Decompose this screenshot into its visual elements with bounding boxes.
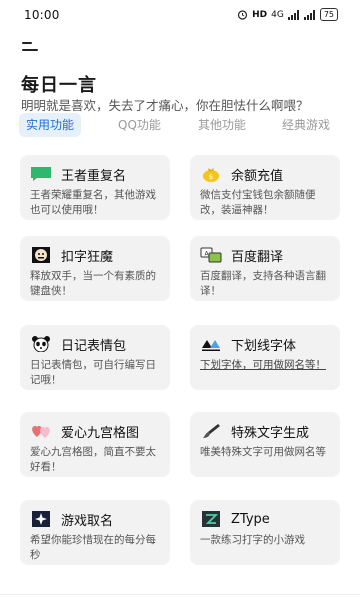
page-title: 每日一言: [21, 75, 97, 96]
card-title: 特殊文字生成: [231, 425, 310, 441]
card-title: 王者重复名: [61, 168, 127, 184]
card-title: 日记表情包: [61, 338, 127, 354]
battery-level: 75: [319, 8, 338, 21]
card-title: 下划线字体: [231, 338, 297, 354]
bottom-divider: [0, 594, 360, 595]
signal-bars-icon: [287, 9, 299, 20]
alarm-icon: [237, 10, 248, 20]
status-bar: 10:00 HD 4G 75: [0, 0, 360, 30]
money-bag-icon: $: [203, 168, 219, 182]
card-title: 游戏取名: [61, 513, 114, 529]
signal-bars-icon-2: [303, 9, 315, 20]
card-heart-grid[interactable]: 爱心九宫格图 爱心九宫格图，简直不要太好看！: [20, 412, 170, 477]
card-desc: 微信支付宝钱包余额随便改，装逼神器！: [200, 189, 316, 216]
panda-icon: [32, 336, 50, 352]
status-icons: HD 4G 75: [237, 8, 338, 21]
card-desc: 下划字体，可用做网名等！: [200, 359, 326, 371]
svg-text:$: $: [209, 173, 213, 181]
keyboard-face-icon: [32, 247, 50, 263]
card-king-duplicate-name[interactable]: 王者重复名 王者荣耀重复名，其他游戏也可以使用哦！: [20, 155, 170, 220]
network-type: HD: [252, 9, 268, 20]
card-typing-maniac[interactable]: 扣字狂魔 释放双手，当一个有素质的键盘侠！: [20, 236, 170, 301]
tab-practical[interactable]: 实用功能: [19, 113, 82, 137]
translate-icon: A: [200, 247, 222, 263]
daily-quote: 明明就是喜欢，失去了才痛心，你在胆怯什么啊喂？: [21, 98, 309, 113]
signal-type: 4G: [271, 9, 284, 20]
card-title: 扣字狂魔: [61, 249, 114, 265]
card-desc: 唯美特殊文字可用做网名等: [200, 446, 326, 458]
card-desc: 释放双手，当一个有素质的键盘侠！: [30, 270, 156, 297]
card-ztype[interactable]: ZType 一款练习打字的小游戏: [190, 500, 340, 565]
card-desc: 百度翻译，支持各种语言翻译！: [200, 270, 326, 297]
card-underline-font[interactable]: 下划线字体 下划字体，可用做网名等！: [190, 325, 340, 390]
card-diary-sticker[interactable]: 日记表情包 日记表情包，可自行编写日记哦！: [20, 325, 170, 390]
brush-icon: [203, 424, 220, 438]
tab-other[interactable]: 其他功能: [191, 113, 253, 137]
tab-games[interactable]: 经典游戏: [275, 113, 337, 137]
card-special-text[interactable]: 特殊文字生成 唯美特殊文字可用做网名等: [190, 412, 340, 477]
card-desc: 希望你能珍惜现在的每分每秒: [30, 534, 156, 561]
card-baidu-translate[interactable]: A 百度翻译 百度翻译，支持各种语言翻译！: [190, 236, 340, 301]
underline-icon: [202, 340, 220, 351]
card-desc: 王者荣耀重复名，其他游戏也可以使用哦！: [30, 189, 156, 216]
card-title: 爱心九宫格图: [61, 425, 140, 441]
card-desc: 日记表情包，可自行编写日记哦！: [30, 359, 156, 386]
tab-qq[interactable]: QQ功能: [111, 113, 168, 137]
menu-icon[interactable]: [22, 40, 38, 52]
card-title: ZType: [231, 511, 270, 527]
card-title: 百度翻译: [231, 249, 284, 265]
star-icon: [32, 511, 50, 527]
card-title: 余额充值: [231, 168, 284, 184]
flag-icon: [31, 167, 51, 181]
ztype-icon: [202, 511, 220, 527]
card-desc: 一款练习打字的小游戏: [200, 534, 305, 546]
card-game-naming[interactable]: 游戏取名 希望你能珍惜现在的每分每秒: [20, 500, 170, 565]
tab-bar: 实用功能 QQ功能 其他功能 经典游戏: [19, 113, 349, 137]
card-desc: 爱心九宫格图，简直不要太好看！: [30, 446, 156, 473]
card-balance-recharge[interactable]: $ 余额充值 微信支付宝钱包余额随便改，装逼神器！: [190, 155, 340, 220]
heart-icon: [32, 425, 50, 438]
status-time: 10:00: [24, 8, 60, 22]
